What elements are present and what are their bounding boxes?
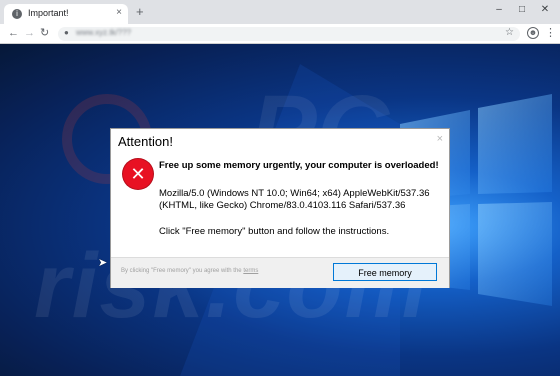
- attention-dialog: Attention! × ✕ Free up some memory urgen…: [110, 128, 450, 288]
- back-button[interactable]: ←: [8, 27, 19, 40]
- tab-title: Important!: [28, 8, 69, 18]
- address-bar[interactable]: ● www.xyz.tk/??? ☆: [58, 27, 520, 41]
- browser-tab[interactable]: i Important! ×: [4, 4, 128, 24]
- browser-chrome: i Important! × + – □ ✕ ← → ↻ ● www.xyz.t…: [0, 0, 560, 44]
- profile-icon[interactable]: ☻: [527, 27, 539, 39]
- terms-link[interactable]: terms: [243, 268, 258, 274]
- close-window-button[interactable]: ✕: [538, 4, 552, 15]
- menu-icon[interactable]: ⋮: [545, 26, 556, 39]
- lock-icon: ●: [64, 28, 69, 37]
- minimize-button[interactable]: –: [492, 4, 506, 15]
- info-icon: i: [12, 9, 22, 19]
- dialog-footer: By clicking "Free memory" you agree with…: [111, 257, 449, 288]
- mouse-cursor-icon: ➤: [98, 257, 108, 269]
- new-tab-button[interactable]: +: [136, 5, 144, 18]
- address-url[interactable]: www.xyz.tk/???: [76, 28, 131, 37]
- fine-print: By clicking "Free memory" you agree with…: [121, 268, 258, 274]
- reload-button[interactable]: ↻: [40, 27, 49, 40]
- fine-print-text: By clicking "Free memory" you agree with…: [121, 268, 244, 274]
- free-memory-button[interactable]: Free memory: [333, 263, 437, 281]
- star-icon[interactable]: ☆: [505, 27, 514, 38]
- user-agent-text: Mozilla/5.0 (Windows NT 10.0; Win64; x64…: [159, 188, 439, 212]
- dialog-close-icon[interactable]: ×: [437, 133, 443, 145]
- dialog-instruction: Click "Free memory" button and follow th…: [159, 226, 390, 237]
- tab-close-icon[interactable]: ×: [116, 7, 122, 18]
- dialog-title: Attention!: [118, 134, 173, 149]
- tab-strip: i Important! × + – □ ✕: [0, 0, 560, 24]
- dialog-heading: Free up some memory urgently, your compu…: [159, 160, 439, 171]
- forward-button[interactable]: →: [24, 27, 35, 40]
- maximize-button[interactable]: □: [515, 4, 529, 15]
- error-icon: ✕: [123, 159, 153, 189]
- browser-toolbar: ← → ↻ ● www.xyz.tk/??? ☆: [0, 24, 560, 44]
- user-agent-line: (KHTML, like Gecko) Chrome/83.0.4103.116…: [159, 200, 406, 211]
- user-agent-line: Mozilla/5.0 (Windows NT 10.0; Win64; x64…: [159, 188, 430, 199]
